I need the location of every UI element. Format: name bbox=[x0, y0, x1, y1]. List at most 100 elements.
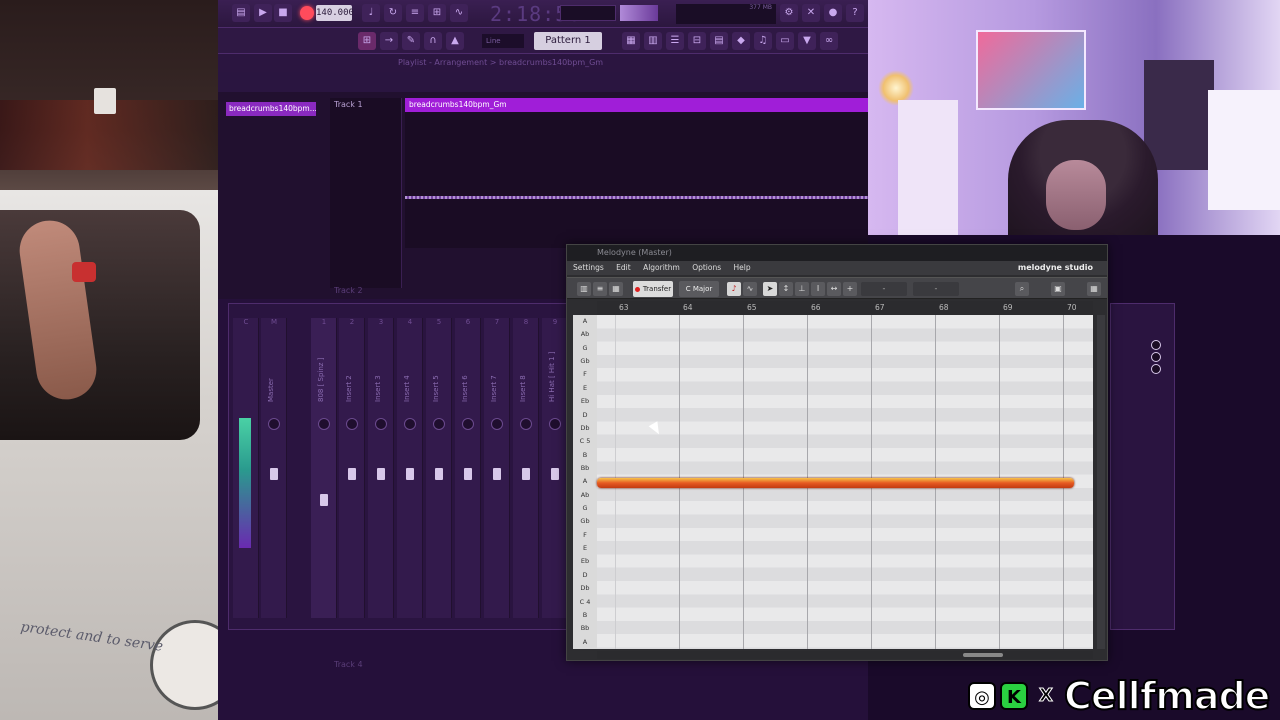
transfer-button[interactable]: Transfer bbox=[633, 281, 673, 297]
bars-icon[interactable]: ▦ bbox=[609, 282, 623, 296]
plugin-icon[interactable]: ◆ bbox=[732, 32, 750, 50]
loop-icon[interactable]: ↻ bbox=[384, 4, 402, 22]
cents-field[interactable]: - bbox=[913, 282, 959, 296]
pan-knob[interactable] bbox=[520, 418, 532, 430]
mixer-strip-insert5[interactable]: 5 Insert 5 bbox=[426, 318, 452, 618]
volume-fader[interactable] bbox=[551, 468, 559, 480]
volume-fader[interactable] bbox=[348, 468, 356, 480]
menu-settings[interactable]: Settings bbox=[573, 263, 604, 272]
menu-algorithm[interactable]: Algorithm bbox=[643, 263, 680, 272]
wave-icon[interactable]: ∿ bbox=[743, 282, 757, 296]
pitch-snap-icon[interactable]: ♪ bbox=[727, 282, 741, 296]
mixer-view-icon[interactable]: ⊟ bbox=[688, 32, 706, 50]
mixer-strip-insert8[interactable]: 8 Insert 8 bbox=[513, 318, 539, 618]
mixer-strip-hihat[interactable]: 9 Hi Hat [ Hit 1 ] bbox=[542, 318, 568, 618]
pitch-ruler[interactable]: A Ab G Gb F E Eb D Db C 5 B Bb A Ab G Gb F E Eb D Db C 4 B Bb A bbox=[573, 315, 597, 649]
arrow-right-icon[interactable]: → bbox=[380, 32, 398, 50]
mixer-strip-insert6[interactable]: 6 Insert 6 bbox=[455, 318, 481, 618]
amplitude-tool-icon[interactable]: I bbox=[811, 282, 825, 296]
channel-rack-icon[interactable]: ☰ bbox=[666, 32, 684, 50]
melodyne-titlebar[interactable]: Melodyne (Master) bbox=[567, 245, 1107, 261]
melodyne-ruler[interactable]: 63 64 65 66 67 68 69 70 bbox=[597, 301, 1093, 315]
pattern-list-item[interactable]: breadcrumbs140bpm... bbox=[226, 102, 316, 116]
snap-select[interactable]: Line bbox=[482, 34, 524, 48]
piano-roll-icon[interactable]: ▥ bbox=[644, 32, 662, 50]
note-blob[interactable] bbox=[597, 478, 1074, 488]
pan-knob[interactable] bbox=[375, 418, 387, 430]
mixer-strip-insert2[interactable]: 2 Insert 2 bbox=[339, 318, 365, 618]
volume-fader[interactable] bbox=[406, 468, 414, 480]
separation-tool-icon[interactable]: + bbox=[843, 282, 857, 296]
editor-view-icon[interactable]: ▥ bbox=[577, 282, 591, 296]
download-icon[interactable]: ▼ bbox=[798, 32, 816, 50]
close-icon[interactable]: ✕ bbox=[802, 4, 820, 22]
vertical-scrollbar[interactable] bbox=[1097, 315, 1105, 649]
menu-edit[interactable]: Edit bbox=[616, 263, 631, 272]
mixer-strip-meter[interactable]: C bbox=[233, 318, 259, 618]
pitch-tool-icon[interactable]: ↕ bbox=[779, 282, 793, 296]
note-editor-grid[interactable] bbox=[597, 315, 1093, 649]
help-icon[interactable]: ? bbox=[846, 4, 864, 22]
mixer-strip-insert3[interactable]: 3 Insert 3 bbox=[368, 318, 394, 618]
volume-fader[interactable] bbox=[522, 468, 530, 480]
pan-knob[interactable] bbox=[318, 418, 330, 430]
tempo-display[interactable]: 140.000 bbox=[316, 5, 354, 21]
channel-toggle[interactable] bbox=[1151, 340, 1161, 350]
volume-fader[interactable] bbox=[320, 494, 328, 506]
pattern-song-toggle[interactable]: ▤ bbox=[232, 4, 250, 22]
pattern-selector[interactable]: Pattern 1 bbox=[534, 32, 602, 50]
scroll-thumb[interactable] bbox=[963, 653, 1003, 657]
lines-icon[interactable]: ≡ bbox=[593, 282, 607, 296]
horizontal-scrollbar[interactable] bbox=[597, 651, 1093, 659]
mic-icon[interactable]: ● bbox=[824, 4, 842, 22]
mixer-strip-808[interactable]: 1 808 [ Spinz ] bbox=[311, 318, 337, 618]
pan-knob[interactable] bbox=[462, 418, 474, 430]
tempo-icon[interactable]: ♫ bbox=[754, 32, 772, 50]
metronome-icon[interactable]: ♩ bbox=[362, 4, 380, 22]
track-header[interactable]: Track 1 Track 2 bbox=[330, 98, 402, 295]
play-icon[interactable]: ▶ bbox=[254, 4, 272, 22]
mixer-strip-insert4[interactable]: 4 Insert 4 bbox=[397, 318, 423, 618]
formant-tool-icon[interactable]: ⊥ bbox=[795, 282, 809, 296]
link-icon[interactable]: ∞ bbox=[820, 32, 838, 50]
volume-fader[interactable] bbox=[435, 468, 443, 480]
zoom-icon[interactable]: ⌕ bbox=[1015, 282, 1029, 296]
view-icon[interactable]: ▣ bbox=[1051, 282, 1065, 296]
menu-options[interactable]: Options bbox=[692, 263, 721, 272]
channel-toggle[interactable] bbox=[1151, 352, 1161, 362]
stamp-icon[interactable]: ▲ bbox=[446, 32, 464, 50]
record-button[interactable] bbox=[300, 6, 314, 20]
channel-toggle[interactable] bbox=[1151, 364, 1161, 374]
pencil-icon[interactable]: ✎ bbox=[402, 32, 420, 50]
menu-help[interactable]: Help bbox=[734, 263, 751, 272]
pan-knob[interactable] bbox=[549, 418, 561, 430]
wave-icon[interactable]: ∿ bbox=[450, 4, 468, 22]
pan-knob[interactable] bbox=[268, 418, 280, 430]
volume-fader[interactable] bbox=[464, 468, 472, 480]
magnet-icon[interactable]: ∩ bbox=[424, 32, 442, 50]
grid-icon[interactable]: ▦ bbox=[1087, 282, 1101, 296]
mixer-icon[interactable]: ⊞ bbox=[428, 4, 446, 22]
pan-knob[interactable] bbox=[346, 418, 358, 430]
playlist-icon[interactable]: ▦ bbox=[622, 32, 640, 50]
mixer-strip-master[interactable]: M Master bbox=[261, 318, 287, 618]
step-icon[interactable]: ≡ bbox=[406, 4, 424, 22]
pan-knob[interactable] bbox=[404, 418, 416, 430]
browser-icon[interactable]: ▤ bbox=[710, 32, 728, 50]
pointer-tool-icon[interactable]: ➤ bbox=[763, 282, 777, 296]
pan-knob[interactable] bbox=[491, 418, 503, 430]
record-mode-icon[interactable]: ⊞ bbox=[358, 32, 376, 50]
pitch-field[interactable]: - bbox=[861, 282, 907, 296]
volume-fader[interactable] bbox=[270, 468, 278, 480]
timing-tool-icon[interactable]: ↔ bbox=[827, 282, 841, 296]
playlist-ruler[interactable] bbox=[218, 72, 868, 92]
volume-fader[interactable] bbox=[377, 468, 385, 480]
volume-fader[interactable] bbox=[493, 468, 501, 480]
scale-button[interactable]: C Major bbox=[679, 281, 719, 297]
pan-knob[interactable] bbox=[433, 418, 445, 430]
audio-clip[interactable]: breadcrumbs140bpm_Gm bbox=[405, 98, 868, 248]
folder-icon[interactable]: ▭ bbox=[776, 32, 794, 50]
mixer-strip-insert7[interactable]: 7 Insert 7 bbox=[484, 318, 510, 618]
gear-icon[interactable]: ⚙ bbox=[780, 4, 798, 22]
stop-icon[interactable]: ■ bbox=[274, 4, 292, 22]
